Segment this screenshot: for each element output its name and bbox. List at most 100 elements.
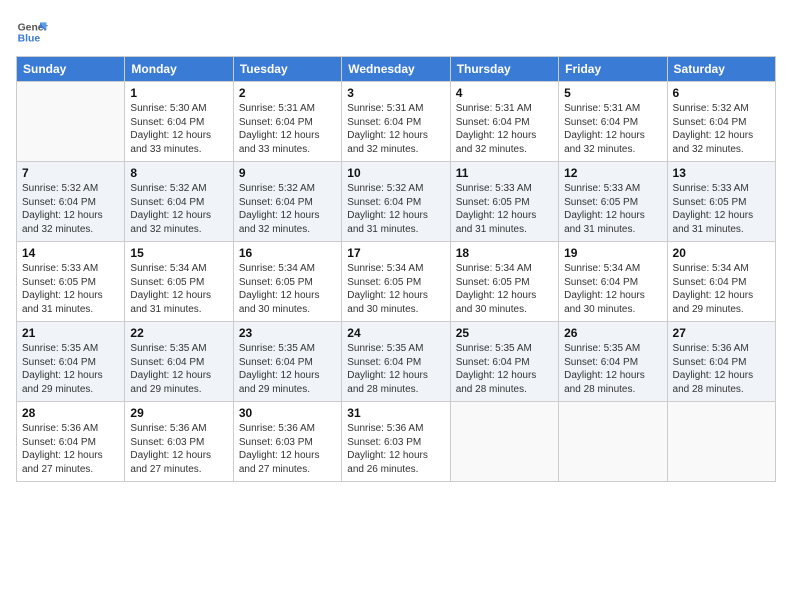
page-header: General Blue — [16, 16, 776, 48]
calendar-cell: 27 Sunrise: 5:36 AM Sunset: 6:04 PM Dayli… — [667, 322, 775, 402]
calendar-cell: 30 Sunrise: 5:36 AM Sunset: 6:03 PM Dayli… — [233, 402, 341, 482]
day-number: 14 — [22, 246, 119, 260]
day-info: Sunrise: 5:35 AM Sunset: 6:04 PM Dayligh… — [347, 342, 444, 396]
header-day-thursday: Thursday — [450, 57, 558, 82]
day-number: 11 — [456, 166, 553, 180]
day-info: Sunrise: 5:35 AM Sunset: 6:04 PM Dayligh… — [564, 342, 661, 396]
day-number: 2 — [239, 86, 336, 100]
day-info: Sunrise: 5:33 AM Sunset: 6:05 PM Dayligh… — [673, 182, 770, 236]
day-number: 24 — [347, 326, 444, 340]
day-info: Sunrise: 5:35 AM Sunset: 6:04 PM Dayligh… — [456, 342, 553, 396]
day-number: 5 — [564, 86, 661, 100]
day-number: 25 — [456, 326, 553, 340]
header-day-friday: Friday — [559, 57, 667, 82]
week-row-1: 1 Sunrise: 5:30 AM Sunset: 6:04 PM Daylig… — [17, 82, 776, 162]
day-number: 21 — [22, 326, 119, 340]
day-info: Sunrise: 5:36 AM Sunset: 6:03 PM Dayligh… — [239, 422, 336, 476]
calendar-cell: 18 Sunrise: 5:34 AM Sunset: 6:05 PM Dayli… — [450, 242, 558, 322]
day-info: Sunrise: 5:36 AM Sunset: 6:03 PM Dayligh… — [130, 422, 227, 476]
day-info: Sunrise: 5:31 AM Sunset: 6:04 PM Dayligh… — [239, 102, 336, 156]
day-info: Sunrise: 5:36 AM Sunset: 6:03 PM Dayligh… — [347, 422, 444, 476]
day-info: Sunrise: 5:36 AM Sunset: 6:04 PM Dayligh… — [673, 342, 770, 396]
week-row-3: 14 Sunrise: 5:33 AM Sunset: 6:05 PM Dayli… — [17, 242, 776, 322]
day-number: 30 — [239, 406, 336, 420]
calendar-cell: 2 Sunrise: 5:31 AM Sunset: 6:04 PM Daylig… — [233, 82, 341, 162]
day-info: Sunrise: 5:34 AM Sunset: 6:05 PM Dayligh… — [456, 262, 553, 316]
calendar-cell — [559, 402, 667, 482]
header-day-saturday: Saturday — [667, 57, 775, 82]
day-info: Sunrise: 5:30 AM Sunset: 6:04 PM Dayligh… — [130, 102, 227, 156]
day-number: 13 — [673, 166, 770, 180]
calendar-cell: 4 Sunrise: 5:31 AM Sunset: 6:04 PM Daylig… — [450, 82, 558, 162]
calendar-cell: 15Sunrise: 5:34 AM Sunset: 6:05 PM Dayli… — [125, 242, 233, 322]
day-number: 6 — [673, 86, 770, 100]
day-number: 19 — [564, 246, 661, 260]
header-day-monday: Monday — [125, 57, 233, 82]
calendar-cell: 22Sunrise: 5:35 AM Sunset: 6:04 PM Dayli… — [125, 322, 233, 402]
day-number: 12 — [564, 166, 661, 180]
calendar-cell: 25 Sunrise: 5:35 AM Sunset: 6:04 PM Dayli… — [450, 322, 558, 402]
day-number: 29 — [130, 406, 227, 420]
week-row-2: 7 Sunrise: 5:32 AM Sunset: 6:04 PM Daylig… — [17, 162, 776, 242]
day-info: Sunrise: 5:35 AM Sunset: 6:04 PM Dayligh… — [22, 342, 119, 396]
calendar-cell: 28 Sunrise: 5:36 AM Sunset: 6:04 PM Dayli… — [17, 402, 125, 482]
day-number: 23 — [239, 326, 336, 340]
calendar-cell: 7 Sunrise: 5:32 AM Sunset: 6:04 PM Daylig… — [17, 162, 125, 242]
day-number: 10 — [347, 166, 444, 180]
day-number: 4 — [456, 86, 553, 100]
day-info: Sunrise: 5:32 AM Sunset: 6:04 PM Dayligh… — [22, 182, 119, 236]
day-number: 26 — [564, 326, 661, 340]
day-number: 18 — [456, 246, 553, 260]
calendar-table: SundayMondayTuesdayWednesdayThursdayFrid… — [16, 56, 776, 482]
calendar-cell: 8 Sunrise: 5:32 AM Sunset: 6:04 PM Daylig… — [125, 162, 233, 242]
calendar-cell: 13 Sunrise: 5:33 AM Sunset: 6:05 PM Dayli… — [667, 162, 775, 242]
calendar-cell: 31Sunrise: 5:36 AM Sunset: 6:03 PM Dayli… — [342, 402, 450, 482]
header-row: SundayMondayTuesdayWednesdayThursdayFrid… — [17, 57, 776, 82]
day-number: 27 — [673, 326, 770, 340]
header-day-sunday: Sunday — [17, 57, 125, 82]
day-number: 16 — [239, 246, 336, 260]
calendar-cell: 29 Sunrise: 5:36 AM Sunset: 6:03 PM Dayli… — [125, 402, 233, 482]
calendar-cell: 1 Sunrise: 5:30 AM Sunset: 6:04 PM Daylig… — [125, 82, 233, 162]
day-info: Sunrise: 5:32 AM Sunset: 6:04 PM Dayligh… — [347, 182, 444, 236]
calendar-cell — [667, 402, 775, 482]
logo-icon: General Blue — [16, 16, 48, 48]
day-info: Sunrise: 5:31 AM Sunset: 6:04 PM Dayligh… — [456, 102, 553, 156]
day-info: Sunrise: 5:33 AM Sunset: 6:05 PM Dayligh… — [22, 262, 119, 316]
calendar-cell: 26 Sunrise: 5:35 AM Sunset: 6:04 PM Dayli… — [559, 322, 667, 402]
calendar-cell: 12Sunrise: 5:33 AM Sunset: 6:05 PM Dayli… — [559, 162, 667, 242]
day-number: 8 — [130, 166, 227, 180]
logo: General Blue — [16, 16, 52, 48]
calendar-cell: 17Sunrise: 5:34 AM Sunset: 6:05 PM Dayli… — [342, 242, 450, 322]
day-number: 20 — [673, 246, 770, 260]
day-info: Sunrise: 5:34 AM Sunset: 6:04 PM Dayligh… — [673, 262, 770, 316]
svg-text:Blue: Blue — [18, 34, 41, 45]
week-row-5: 28 Sunrise: 5:36 AM Sunset: 6:04 PM Dayli… — [17, 402, 776, 482]
day-number: 7 — [22, 166, 119, 180]
calendar-cell: 5 Sunrise: 5:31 AM Sunset: 6:04 PM Daylig… — [559, 82, 667, 162]
calendar-cell: 10 Sunrise: 5:32 AM Sunset: 6:04 PM Dayli… — [342, 162, 450, 242]
header-day-wednesday: Wednesday — [342, 57, 450, 82]
day-number: 1 — [130, 86, 227, 100]
calendar-cell: 21 Sunrise: 5:35 AM Sunset: 6:04 PM Dayli… — [17, 322, 125, 402]
calendar-cell: 11 Sunrise: 5:33 AM Sunset: 6:05 PM Dayli… — [450, 162, 558, 242]
day-number: 9 — [239, 166, 336, 180]
calendar-cell: 16 Sunrise: 5:34 AM Sunset: 6:05 PM Dayli… — [233, 242, 341, 322]
day-info: Sunrise: 5:32 AM Sunset: 6:04 PM Dayligh… — [130, 182, 227, 236]
calendar-cell: 6 Sunrise: 5:32 AM Sunset: 6:04 PM Daylig… — [667, 82, 775, 162]
day-info: Sunrise: 5:34 AM Sunset: 6:05 PM Dayligh… — [239, 262, 336, 316]
day-info: Sunrise: 5:32 AM Sunset: 6:04 PM Dayligh… — [673, 102, 770, 156]
day-info: Sunrise: 5:33 AM Sunset: 6:05 PM Dayligh… — [456, 182, 553, 236]
day-info: Sunrise: 5:36 AM Sunset: 6:04 PM Dayligh… — [22, 422, 119, 476]
calendar-cell: 23Sunrise: 5:35 AM Sunset: 6:04 PM Dayli… — [233, 322, 341, 402]
calendar-cell: 3 Sunrise: 5:31 AM Sunset: 6:04 PM Daylig… — [342, 82, 450, 162]
day-info: Sunrise: 5:31 AM Sunset: 6:04 PM Dayligh… — [347, 102, 444, 156]
day-number: 28 — [22, 406, 119, 420]
day-number: 15 — [130, 246, 227, 260]
day-number: 3 — [347, 86, 444, 100]
day-info: Sunrise: 5:35 AM Sunset: 6:04 PM Dayligh… — [130, 342, 227, 396]
day-info: Sunrise: 5:32 AM Sunset: 6:04 PM Dayligh… — [239, 182, 336, 236]
calendar-header: SundayMondayTuesdayWednesdayThursdayFrid… — [17, 57, 776, 82]
day-info: Sunrise: 5:31 AM Sunset: 6:04 PM Dayligh… — [564, 102, 661, 156]
day-info: Sunrise: 5:34 AM Sunset: 6:05 PM Dayligh… — [347, 262, 444, 316]
